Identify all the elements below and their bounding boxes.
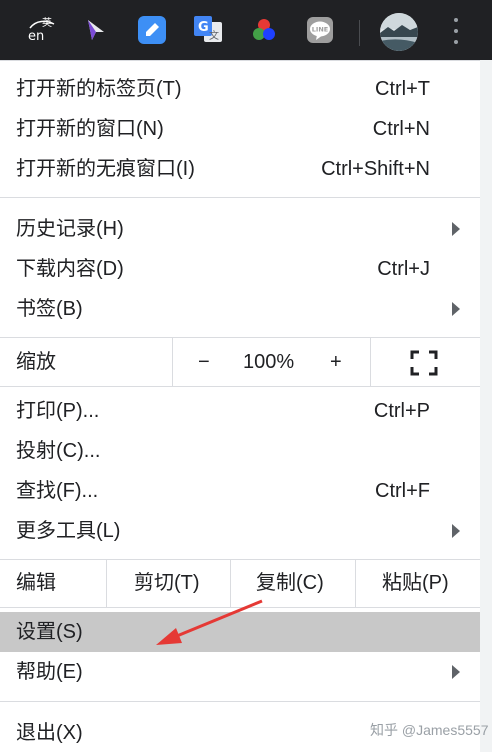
menu-item-shortcut: Ctrl+P [373,400,430,422]
menu-divider [0,197,480,198]
rgb-circles-icon[interactable] [248,14,280,46]
menu-item-label: 帮助(E) [16,661,83,683]
edit-divider [355,559,356,607]
watermark: 知乎 @James5557 [370,722,489,738]
menu-item-more-tools[interactable]: 更多工具(L) [0,511,480,551]
translate-en-icon[interactable]: 英 en [26,14,58,46]
menu-item-label: 更多工具(L) [16,520,121,542]
zoom-label: 缩放 [16,351,56,373]
submenu-arrow-icon [452,302,460,316]
google-translate-icon[interactable]: G 文 [192,14,224,46]
line-icon-text: LINE [312,26,328,34]
cut-button[interactable]: 剪切(T) [134,563,200,603]
cursor-icon[interactable] [80,14,112,46]
zoom-in-button[interactable]: + [330,342,342,382]
menu-item-history[interactable]: 历史记录(H) [0,209,480,249]
chrome-main-menu: 打开新的标签页(T) Ctrl+T 打开新的窗口(N) Ctrl+N 打开新的无… [0,60,480,753]
zoom-out-button[interactable]: − [198,342,210,382]
menu-item-print[interactable]: 打印(P)... Ctrl+P [0,391,480,431]
menu-item-label: 打开新的无痕窗口(I) [16,158,195,180]
menu-item-shortcut: Ctrl+N [372,118,430,140]
paste-button[interactable]: 粘贴(P) [382,563,449,603]
kebab-menu-icon[interactable] [446,18,466,44]
menu-item-bookmarks[interactable]: 书签(B) [0,289,480,329]
page-background [480,60,492,752]
menu-item-label: 下载内容(D) [16,258,124,280]
menu-divider [0,337,480,338]
menu-item-new-tab[interactable]: 打开新的标签页(T) Ctrl+T [0,69,480,109]
menu-item-downloads[interactable]: 下载内容(D) Ctrl+J [0,249,480,289]
menu-item-shortcut: Ctrl+F [375,480,430,502]
menu-item-label: 打印(P)... [16,400,100,422]
menu-item-settings[interactable]: 设置(S) [0,612,480,652]
menu-item-shortcut: Ctrl+J [377,258,430,280]
edit-label: 编辑 [16,572,56,594]
menu-item-label: 查找(F)... [16,480,99,502]
translate-wen-letter: 文 [209,29,219,42]
copy-button[interactable]: 复制(C) [256,563,324,603]
submenu-arrow-icon [452,665,460,679]
submenu-arrow-icon [452,524,460,538]
menu-divider [0,607,480,608]
menu-item-find[interactable]: 查找(F)... Ctrl+F [0,471,480,511]
edit-divider [230,559,231,607]
zoom-row: 缩放 − 100% + [0,338,480,386]
submenu-arrow-icon [452,222,460,236]
menu-item-new-incognito[interactable]: 打开新的无痕窗口(I) Ctrl+Shift+N [0,149,480,189]
zoom-level: 100% [243,351,295,373]
edit-divider [106,559,107,607]
menu-item-label: 打开新的窗口(N) [16,118,164,140]
menu-item-shortcut: Ctrl+Shift+N [321,158,430,180]
menu-item-label: 投射(C)... [16,440,101,462]
menu-item-label: 书签(B) [16,298,83,320]
edit-extension-icon[interactable] [136,14,168,46]
menu-divider [0,559,480,560]
menu-item-label: 设置(S) [16,621,83,643]
fullscreen-icon[interactable] [410,350,438,376]
browser-toolbar: 英 en G 文 LINE [0,0,492,60]
menu-item-new-window[interactable]: 打开新的窗口(N) Ctrl+N [0,109,480,149]
edit-row: 编辑 剪切(T) 复制(C) 粘贴(P) [0,559,480,607]
menu-item-label: 退出(X) [16,722,83,744]
menu-item-label: 打开新的标签页(T) [16,78,182,100]
ext-text-bottom: en [28,29,44,44]
line-icon[interactable]: LINE [304,14,336,46]
zoom-divider [370,338,371,386]
profile-avatar[interactable] [380,13,418,51]
toolbar-separator [359,20,360,46]
zoom-divider [172,338,173,386]
menu-item-help[interactable]: 帮助(E) [0,652,480,692]
menu-item-label: 历史记录(H) [16,218,124,240]
menu-divider [0,701,480,702]
menu-item-cast[interactable]: 投射(C)... [0,431,480,471]
menu-divider [0,386,480,387]
translate-g-letter: G [198,20,209,35]
menu-item-shortcut: Ctrl+T [375,78,430,100]
